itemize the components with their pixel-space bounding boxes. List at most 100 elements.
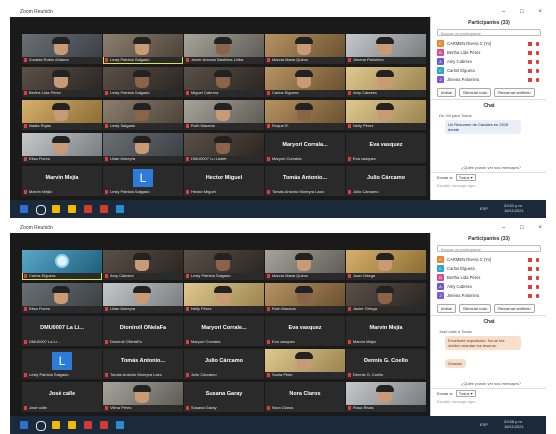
- maximize-button[interactable]: □: [520, 224, 524, 233]
- participant-tile[interactable]: Javier Ortega: [346, 283, 426, 313]
- participant-tile[interactable]: Nelly Pérez: [184, 283, 264, 313]
- minimize-button[interactable]: –: [502, 224, 505, 233]
- claim-host-button[interactable]: Reclamar anfitrión: [494, 304, 535, 313]
- participant-tile[interactable]: Lesly Patricia Salgado: [103, 34, 183, 64]
- participant-list-item[interactable]: C CARMEN Rivera C (Yo): [437, 255, 541, 264]
- participant-tile[interactable]: Tomás Antonio... Tomás Antonio Moreyra La…: [265, 166, 345, 196]
- participant-tile[interactable]: Lesly Patricia Salgado: [184, 250, 264, 280]
- participant-tile[interactable]: Hector Miguel Hector Miguel: [184, 166, 264, 196]
- participant-tile[interactable]: Roque R.: [265, 100, 345, 130]
- participant-list-item[interactable]: A Amy Cabrera: [437, 282, 541, 291]
- search-icon[interactable]: [36, 205, 46, 215]
- close-button[interactable]: ×: [538, 8, 542, 17]
- zoom-icon[interactable]: [116, 205, 124, 213]
- language-indicator[interactable]: ESP: [480, 422, 488, 427]
- start-icon[interactable]: [20, 205, 28, 213]
- send-to-select[interactable]: Todos ▾: [455, 390, 476, 397]
- participant-name: Lesly Patricia Salgado: [110, 90, 150, 95]
- zoom-icon[interactable]: [116, 421, 124, 429]
- mute-all-button[interactable]: Silenciar todo: [458, 304, 492, 313]
- participant-tile[interactable]: Vilma Pérez: [103, 382, 183, 412]
- powerpoint-icon[interactable]: [100, 421, 108, 429]
- participant-tile[interactable]: Ruth Macedo: [184, 100, 264, 130]
- participant-tile[interactable]: Dioniroll ONelaFa Dioniroll ONelaFa: [103, 316, 183, 346]
- office-icon[interactable]: [84, 205, 92, 213]
- participant-tile[interactable]: Nora Claros Nora Claros: [265, 382, 345, 412]
- participant-tile[interactable]: L Lesly Patricia Salgado: [22, 349, 102, 379]
- participant-tile[interactable]: Ruth Macedo: [265, 283, 345, 313]
- participant-tile[interactable]: Carlos Elguera: [265, 67, 345, 97]
- participant-tile[interactable]: Jimena Palomino: [346, 34, 426, 64]
- participant-search-input[interactable]: Buscar un participante: [437, 245, 541, 252]
- chrome-icon[interactable]: [52, 421, 60, 429]
- participant-tile[interactable]: Eva vasquez Eva vasquez: [265, 316, 345, 346]
- participant-tile[interactable]: Susana Garay Susana Garay: [184, 382, 264, 412]
- participant-tile[interactable]: L Lesly Patricia Salgado: [103, 166, 183, 196]
- chat-visibility-notice[interactable]: ¿Quién puede ver sus mensajes?: [461, 165, 521, 170]
- participant-tile[interactable]: Elisa Flores: [22, 283, 102, 313]
- participant-list-item[interactable]: C Carlos Elguera: [437, 66, 541, 75]
- search-icon[interactable]: [36, 421, 46, 431]
- close-button[interactable]: ×: [538, 224, 542, 233]
- participant-tile[interactable]: Amy Cabrera: [346, 67, 426, 97]
- invite-button[interactable]: Invitar: [437, 304, 456, 313]
- maximize-button[interactable]: □: [520, 8, 524, 17]
- folder-icon[interactable]: [68, 421, 76, 429]
- participant-list-item[interactable]: B Bertha Lida Pérez: [437, 48, 541, 57]
- participant-list-item[interactable]: C CARMEN Rivera C (Yo): [437, 39, 541, 48]
- participant-tile[interactable]: Julio Cárcamo Julio Cárcamo: [346, 166, 426, 196]
- powerpoint-icon[interactable]: [100, 205, 108, 213]
- participant-tile[interactable]: Maryori Corrale... Maryori Corrales: [184, 316, 264, 346]
- participant-tile[interactable]: Amy Cabrera: [103, 250, 183, 280]
- participant-tile[interactable]: Lilian Moreyra: [103, 133, 183, 163]
- participant-tile[interactable]: Marvin Mejía Marvin Mejia: [22, 166, 102, 196]
- participant-tile[interactable]: Nadia Rojas: [22, 100, 102, 130]
- taskbar-clock[interactable]: 03:52 p.m. 18/11/2021: [504, 203, 524, 213]
- participant-tile[interactable]: Marcia Maria Quiroz: [265, 34, 345, 64]
- participant-tile[interactable]: Marcia Maria Quiroz: [265, 250, 345, 280]
- participant-tile[interactable]: Maryori Corrala... Maryori Corrales: [265, 133, 345, 163]
- participant-tile[interactable]: Berthe Lida Pérez: [22, 67, 102, 97]
- participant-tile[interactable]: Zoraida Rubio Aldama: [22, 34, 102, 64]
- participant-search-input[interactable]: Buscar un participante: [437, 29, 541, 36]
- folder-icon[interactable]: [68, 205, 76, 213]
- office-icon[interactable]: [84, 421, 92, 429]
- mute-all-button[interactable]: Silenciar todo: [458, 88, 492, 97]
- chrome-icon[interactable]: [52, 205, 60, 213]
- claim-host-button[interactable]: Reclamar anfitrión: [494, 88, 535, 97]
- send-to-select[interactable]: Todos ▾: [455, 174, 476, 181]
- participant-tile[interactable]: DMU0007 Lu Lisbet: [184, 133, 264, 163]
- chat-visibility-notice[interactable]: ¿Quién puede ver sus mensajes?: [461, 381, 521, 386]
- participant-tile[interactable]: Rosa Rivas: [346, 382, 426, 412]
- participant-tile[interactable]: Sonia Pinto: [265, 349, 345, 379]
- participant-tile[interactable]: Carlos Elguera: [22, 250, 102, 280]
- participant-list-item[interactable]: J Jimena Palomino: [437, 75, 541, 84]
- chat-message-input[interactable]: Escribir mensaje aquí...: [437, 399, 479, 404]
- participant-tile[interactable]: Javier Antonio Bastidas Uriba: [184, 34, 264, 64]
- participant-tile[interactable]: Lesly Patricia Salgado: [103, 67, 183, 97]
- chat-divider: [431, 388, 546, 389]
- participant-tile[interactable]: Lilian Moreyra: [103, 283, 183, 313]
- invite-button[interactable]: Invitar: [437, 88, 456, 97]
- minimize-button[interactable]: –: [502, 8, 505, 17]
- participant-tile[interactable]: Tomás Antonio... Tomás Antonio Moreyra La…: [103, 349, 183, 379]
- participant-tile[interactable]: Nelly Pérez: [346, 100, 426, 130]
- chat-message-input[interactable]: Escribir mensaje aquí...: [437, 183, 479, 188]
- participant-list-item[interactable]: J Jimena Palomino: [437, 291, 541, 300]
- participant-tile[interactable]: DMU0007 La Li... DMU0007 La Li...: [22, 316, 102, 346]
- participant-tile[interactable]: Marvin Mejía Marvin Mejia: [346, 316, 426, 346]
- participant-tile[interactable]: José calle José calle: [22, 382, 102, 412]
- participant-tile[interactable]: Lesly Salgado: [103, 100, 183, 130]
- start-icon[interactable]: [20, 421, 28, 429]
- participant-tile[interactable]: Juan Ortega: [346, 250, 426, 280]
- participant-list-item[interactable]: C Carlos Elguera: [437, 264, 541, 273]
- participant-tile[interactable]: Elisa Flores: [22, 133, 102, 163]
- participant-list-item[interactable]: B Bertha Lida Pérez: [437, 273, 541, 282]
- participant-tile[interactable]: Dennis G. Coello Dennis G. Coello: [346, 349, 426, 379]
- participant-tile[interactable]: Eva vasquez Eva vasquez: [346, 133, 426, 163]
- language-indicator[interactable]: ESP: [480, 206, 488, 211]
- participant-tile[interactable]: Julio Cárcamo Julio Cárcamo: [184, 349, 264, 379]
- participant-list-item[interactable]: A Amy Cabrera: [437, 57, 541, 66]
- taskbar-clock[interactable]: 03:58 p.m. 18/11/2021: [504, 419, 524, 429]
- participant-tile[interactable]: Miguel Cabrera: [184, 67, 264, 97]
